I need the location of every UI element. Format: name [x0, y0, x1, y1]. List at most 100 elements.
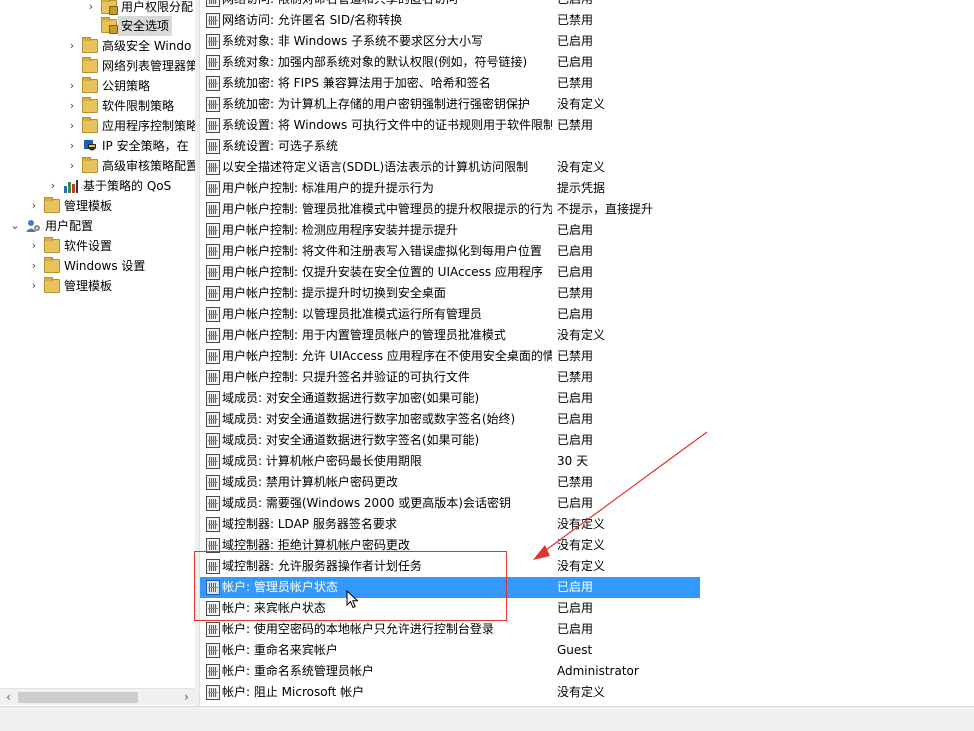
policy-row[interactable]: 系统加密: 将 FIPS 兼容算法用于加密、哈希和签名 已禁用 — [200, 73, 700, 94]
policy-row[interactable]: 用户帐户控制: 允许 UIAccess 应用程序在不使用安全桌面的情况下提升权限… — [200, 346, 700, 367]
policy-name[interactable]: 网络访问: 允许匿名 SID/名称转换 — [222, 10, 552, 31]
tree-item[interactable]: › 管理模板 — [0, 276, 195, 296]
tree-item-label[interactable]: Windows 设置 — [61, 256, 148, 276]
policy-name[interactable]: 网络访问: 限制对命名管道和共享的匿名访问 — [222, 0, 552, 10]
policy-name[interactable]: 系统对象: 非 Windows 子系统不要求区分大小写 — [222, 31, 552, 52]
policy-name[interactable]: 域控制器: 允许服务器操作者计划任务 — [222, 556, 552, 577]
chevron-right-icon[interactable]: › — [66, 96, 78, 116]
tree-item[interactable]: 网络列表管理器策 — [0, 56, 195, 76]
policy-row[interactable]: 帐户: 重命名来宾帐户 Guest — [200, 640, 700, 661]
policy-row[interactable]: 系统对象: 加强内部系统对象的默认权限(例如，符号链接) 已启用 — [200, 52, 700, 73]
policy-name[interactable]: 用户帐户控制: 以管理员批准模式运行所有管理员 — [222, 304, 552, 325]
chevron-right-icon[interactable]: › — [28, 256, 40, 276]
policy-row[interactable]: 用户帐户控制: 提示提升时切换到安全桌面 已禁用 — [200, 283, 700, 304]
tree-item-label[interactable]: 软件设置 — [61, 236, 115, 256]
scrollbar-thumb[interactable] — [18, 692, 138, 703]
tree-item[interactable]: › 高级安全 Windo — [0, 36, 195, 56]
policy-name[interactable]: 用户帐户控制: 只提升签名并验证的可执行文件 — [222, 367, 552, 388]
tree-item[interactable]: › 软件设置 — [0, 236, 195, 256]
tree-item-label[interactable]: 公钥策略 — [99, 76, 153, 96]
tree-item-label[interactable]: 管理模板 — [61, 276, 115, 296]
chevron-right-icon[interactable]: › — [66, 156, 78, 176]
policy-row[interactable]: 系统对象: 非 Windows 子系统不要求区分大小写 已启用 — [200, 31, 700, 52]
tree-item-label[interactable]: 应用程序控制策略 — [99, 116, 195, 136]
policy-name[interactable]: 域成员: 对安全通道数据进行数字加密(如果可能) — [222, 388, 552, 409]
policy-row[interactable]: 域成员: 对安全通道数据进行数字加密或数字签名(始终) 已启用 — [200, 409, 700, 430]
policy-name[interactable]: 用户帐户控制: 标准用户的提升提示行为 — [222, 178, 552, 199]
tree-item-label[interactable]: IP 安全策略，在 — [99, 136, 192, 156]
policy-row[interactable]: 用户帐户控制: 管理员批准模式中管理员的提升权限提示的行为 不提示，直接提升 — [200, 199, 700, 220]
policy-name[interactable]: 域控制器: LDAP 服务器签名要求 — [222, 514, 552, 535]
policy-name[interactable]: 系统设置: 可选子系统 — [222, 136, 552, 157]
tree-item-label[interactable]: 基于策略的 QoS — [80, 176, 174, 196]
tree-item-label[interactable]: 用户权限分配 — [118, 0, 195, 17]
policy-row[interactable]: 用户帐户控制: 只提升签名并验证的可执行文件 已禁用 — [200, 367, 700, 388]
chevron-right-icon[interactable] — [85, 16, 97, 36]
tree-item[interactable]: › 软件限制策略 — [0, 96, 195, 116]
scroll-right-arrow-icon[interactable]: › — [178, 689, 195, 706]
policy-row[interactable]: 帐户: 重命名系统管理员帐户 Administrator — [200, 661, 700, 682]
chevron-right-icon[interactable]: › — [47, 176, 59, 196]
chevron-right-icon[interactable]: › — [28, 196, 40, 216]
policy-name[interactable]: 帐户: 管理员帐户状态 — [222, 577, 552, 598]
chevron-right-icon[interactable]: › — [28, 236, 40, 256]
scroll-left-arrow-icon[interactable]: ‹ — [0, 689, 17, 706]
tree-item-label[interactable]: 用户配置 — [42, 216, 96, 236]
chevron-right-icon[interactable]: › — [66, 116, 78, 136]
policy-name[interactable]: 系统加密: 为计算机上存储的用户密钥强制进行强密钥保护 — [222, 94, 552, 115]
policy-name[interactable]: 用户帐户控制: 用于内置管理员帐户的管理员批准模式 — [222, 325, 552, 346]
policy-row[interactable]: 系统设置: 将 Windows 可执行文件中的证书规则用于软件限制策略 已禁用 — [200, 115, 700, 136]
policy-name[interactable]: 帐户: 重命名来宾帐户 — [222, 640, 552, 661]
policy-name[interactable]: 帐户: 来宾帐户状态 — [222, 598, 552, 619]
policy-name[interactable]: 域成员: 对安全通道数据进行数字签名(如果可能) — [222, 430, 552, 451]
policy-row[interactable]: 以安全描述符定义语言(SDDL)语法表示的计算机访问限制 没有定义 — [200, 157, 700, 178]
tree-horizontal-scrollbar[interactable]: ‹ › — [0, 688, 195, 705]
policy-name[interactable]: 用户帐户控制: 将文件和注册表写入错误虚拟化到每用户位置 — [222, 241, 552, 262]
policy-row[interactable]: 网络访问: 限制对命名管道和共享的匿名访问已启用 — [200, 0, 700, 10]
tree-item-label[interactable]: 网络列表管理器策 — [99, 56, 195, 76]
policy-row[interactable]: 帐户: 来宾帐户状态 已启用 — [200, 598, 700, 619]
tree-item-label[interactable]: 安全选项 — [118, 16, 173, 36]
chevron-right-icon[interactable]: › — [66, 76, 78, 96]
policy-row[interactable]: 用户帐户控制: 标准用户的提升提示行为 提示凭据 — [200, 178, 700, 199]
policy-row[interactable]: 域控制器: 允许服务器操作者计划任务 没有定义 — [200, 556, 700, 577]
policy-name[interactable]: 帐户: 重命名系统管理员帐户 — [222, 661, 552, 682]
chevron-right-icon[interactable]: › — [28, 276, 40, 296]
policy-name[interactable]: 用户帐户控制: 仅提升安装在安全位置的 UIAccess 应用程序 — [222, 262, 552, 283]
policy-list[interactable]: 网络访问: 限制对命名管道和共享的匿名访问已启用网络访问: 允许匿名 SID/名… — [200, 0, 974, 706]
policy-row[interactable]: 域成员: 对安全通道数据进行数字签名(如果可能) 已启用 — [200, 430, 700, 451]
policy-row[interactable]: 用户帐户控制: 用于内置管理员帐户的管理员批准模式 没有定义 — [200, 325, 700, 346]
policy-row[interactable]: 用户帐户控制: 将文件和注册表写入错误虚拟化到每用户位置 已启用 — [200, 241, 700, 262]
tree-item[interactable]: 安全选项 — [0, 16, 195, 36]
policy-name[interactable]: 用户帐户控制: 允许 UIAccess 应用程序在不使用安全桌面的情况下提升权限 — [222, 346, 552, 367]
policy-name[interactable]: 用户帐户控制: 管理员批准模式中管理员的提升权限提示的行为 — [222, 199, 552, 220]
tree-item-label[interactable]: 软件限制策略 — [99, 96, 177, 116]
tree-item-label[interactable]: 高级安全 Windo — [99, 36, 194, 56]
policy-name[interactable]: 系统设置: 将 Windows 可执行文件中的证书规则用于软件限制策略 — [222, 115, 552, 136]
policy-row[interactable]: 域控制器: 拒绝计算机帐户密码更改 没有定义 — [200, 535, 700, 556]
chevron-right-icon[interactable]: › — [66, 136, 78, 156]
policy-name[interactable]: 系统对象: 加强内部系统对象的默认权限(例如，符号链接) — [222, 52, 552, 73]
policy-row[interactable]: 域成员: 禁用计算机帐户密码更改 已禁用 — [200, 472, 700, 493]
policy-name[interactable]: 域控制器: 拒绝计算机帐户密码更改 — [222, 535, 552, 556]
policy-row[interactable]: 域成员: 对安全通道数据进行数字加密(如果可能) 已启用 — [200, 388, 700, 409]
tree-item-label[interactable]: 管理模板 — [61, 196, 115, 216]
tree-item[interactable]: › IP 安全策略，在 — [0, 136, 195, 156]
policy-row[interactable]: 系统加密: 为计算机上存储的用户密钥强制进行强密钥保护 没有定义 — [200, 94, 700, 115]
tree-item[interactable]: ⌄ 用户配置 — [0, 216, 195, 236]
chevron-down-icon[interactable]: ⌄ — [9, 216, 21, 236]
policy-name[interactable]: 用户帐户控制: 提示提升时切换到安全桌面 — [222, 283, 552, 304]
policy-name[interactable]: 域成员: 计算机帐户密码最长使用期限 — [222, 451, 552, 472]
tree-item[interactable]: › 高级审核策略配置 — [0, 156, 195, 176]
policy-row[interactable]: 帐户: 阻止 Microsoft 帐户 没有定义 — [200, 682, 700, 703]
policy-row[interactable]: 域成员: 需要强(Windows 2000 或更高版本)会话密钥 已启用 — [200, 493, 700, 514]
policy-name[interactable]: 系统加密: 将 FIPS 兼容算法用于加密、哈希和签名 — [222, 73, 552, 94]
policy-row[interactable]: 用户帐户控制: 以管理员批准模式运行所有管理员 已启用 — [200, 304, 700, 325]
policy-row[interactable]: 系统设置: 可选子系统 — [200, 136, 700, 157]
tree-item[interactable]: › 公钥策略 — [0, 76, 195, 96]
policy-name[interactable]: 以安全描述符定义语言(SDDL)语法表示的计算机访问限制 — [222, 157, 552, 178]
tree-item-label[interactable]: 高级审核策略配置 — [99, 156, 195, 176]
policy-name[interactable]: 用户帐户控制: 检测应用程序安装并提示提升 — [222, 220, 552, 241]
chevron-right-icon[interactable]: › — [85, 0, 97, 17]
console-tree[interactable]: › 用户权限分配 安全选项 › 高级安全 Windo 网络列表管理器策 › 公钥策略 › 软件限制… — [0, 0, 195, 706]
